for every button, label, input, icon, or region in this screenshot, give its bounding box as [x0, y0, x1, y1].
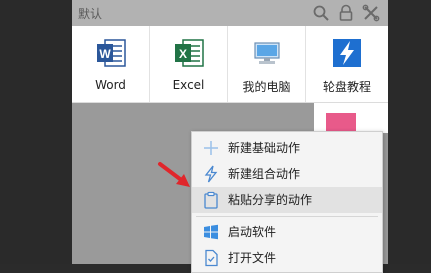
context-menu: 新建基础动作 新建组合动作 粘贴分享的动作 启动软件 打开文件	[191, 131, 383, 273]
tile-wheel-tutorial[interactable]: 轮盘教程	[306, 26, 388, 102]
title-bar: 默认	[72, 0, 388, 26]
svg-text:X: X	[178, 47, 186, 61]
panel-title: 默认	[78, 7, 103, 21]
menu-item-label: 启动软件	[228, 225, 277, 239]
background-right	[388, 0, 431, 264]
menu-item-label: 打开文件	[228, 251, 277, 265]
excel-icon: X	[174, 39, 204, 67]
menu-item-label: 新建基础动作	[228, 141, 301, 155]
lightning-icon	[204, 165, 218, 183]
word-icon: W	[96, 39, 126, 67]
tile-excel[interactable]: X Excel	[150, 26, 228, 102]
menu-item-label: 粘贴分享的动作	[228, 193, 313, 207]
tile-label: 我的电脑	[242, 80, 291, 94]
menu-item-label: 新建组合动作	[228, 167, 301, 181]
lightning-icon	[333, 39, 361, 67]
menu-item-launch-app[interactable]: 启动软件	[192, 219, 382, 245]
background-left	[0, 0, 72, 264]
menu-item-paste-shared-action[interactable]: 粘贴分享的动作	[192, 187, 382, 213]
clipboard-icon	[204, 191, 218, 209]
svg-text:W: W	[99, 47, 111, 61]
plus-icon	[204, 141, 218, 155]
lock-icon[interactable]	[337, 4, 355, 22]
file-icon	[205, 249, 218, 267]
windows-icon	[204, 224, 218, 240]
tools-icon[interactable]	[362, 4, 380, 22]
tile-label: Excel	[172, 78, 205, 92]
menu-item-open-file[interactable]: 打开文件	[192, 245, 382, 271]
tile-label: Word	[95, 78, 126, 92]
computer-icon	[253, 42, 280, 64]
tile-word[interactable]: W Word	[72, 26, 150, 102]
app-grid: W Word X Excel 我的电脑 轮盘教程	[72, 26, 388, 103]
menu-separator	[196, 216, 378, 217]
tile-my-computer[interactable]: 我的电脑	[228, 26, 306, 102]
menu-item-new-combo-action[interactable]: 新建组合动作	[192, 161, 382, 187]
pointer-arrow-icon	[158, 162, 190, 187]
search-icon[interactable]	[312, 4, 330, 22]
tile-label: 轮盘教程	[322, 80, 371, 94]
menu-item-new-basic-action[interactable]: 新建基础动作	[192, 135, 382, 161]
